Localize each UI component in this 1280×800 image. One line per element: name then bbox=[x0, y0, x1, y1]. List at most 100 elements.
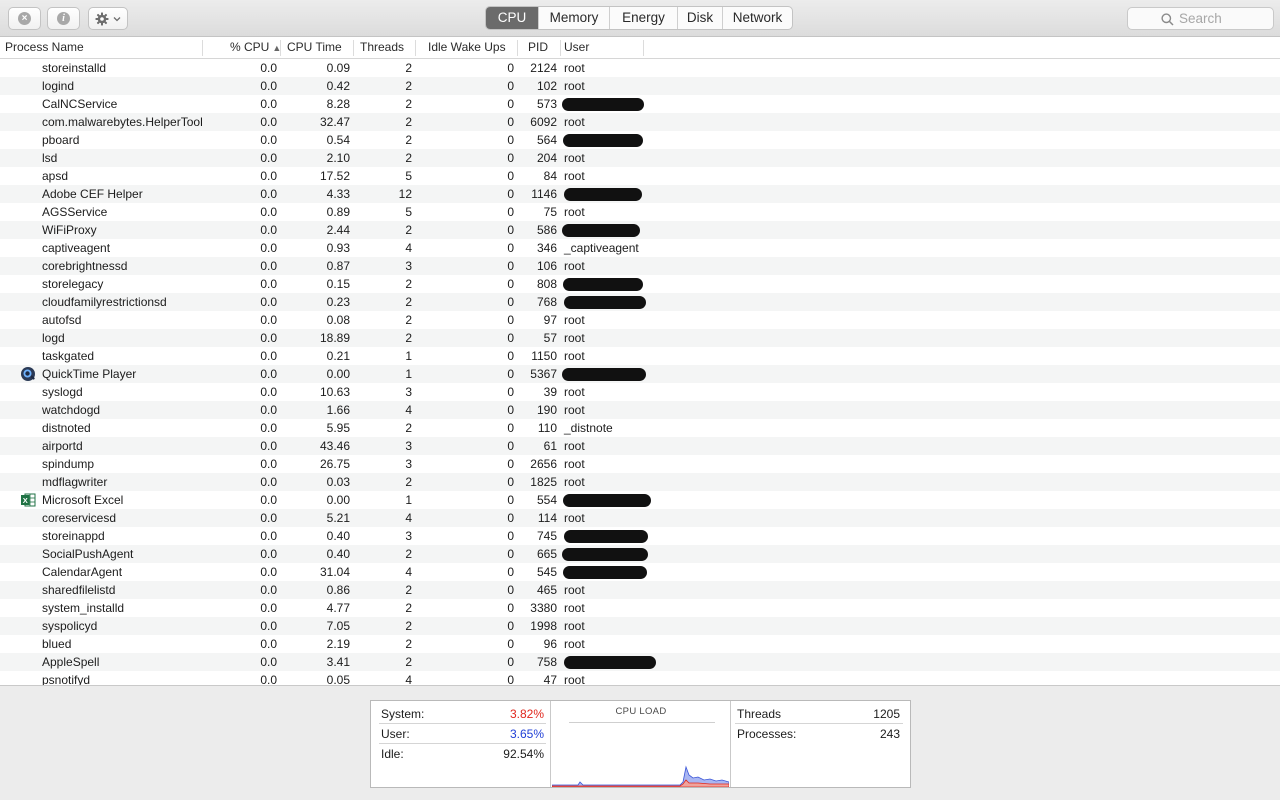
tab-disk[interactable]: Disk bbox=[677, 7, 722, 29]
column-divider[interactable] bbox=[353, 40, 354, 56]
stat-idle-label: Idle: bbox=[381, 747, 404, 761]
process-user: root bbox=[564, 115, 585, 129]
stat-user-label: User: bbox=[381, 727, 410, 741]
table-row[interactable]: psnotifyd 0.0 0.05 4 0 47 root bbox=[0, 671, 1280, 685]
table-row[interactable]: lsd 0.0 2.10 2 0 204 root bbox=[0, 149, 1280, 167]
process-idle-wake-ups: 0 bbox=[507, 421, 514, 435]
inspect-process-button[interactable]: i bbox=[47, 7, 80, 30]
process-name: logind bbox=[42, 79, 75, 93]
table-row[interactable]: cloudfamilyrestrictionsd 0.0 0.23 2 0 768 bbox=[0, 293, 1280, 311]
table-row[interactable]: syslogd 0.0 10.63 3 0 39 root bbox=[0, 383, 1280, 401]
process-cpu: 0.0 bbox=[260, 223, 277, 237]
process-cpu: 0.0 bbox=[260, 187, 277, 201]
process-user: root bbox=[564, 583, 585, 597]
table-row[interactable]: spindump 0.0 26.75 3 0 2656 root bbox=[0, 455, 1280, 473]
process-cpu-time: 2.19 bbox=[326, 637, 350, 651]
table-row[interactable]: apsd 0.0 17.52 5 0 84 root bbox=[0, 167, 1280, 185]
column-cpu-time[interactable]: CPU Time bbox=[287, 37, 342, 58]
tab-network[interactable]: Network bbox=[722, 7, 792, 29]
process-threads: 3 bbox=[405, 439, 412, 453]
table-row[interactable]: mdflagwriter 0.0 0.03 2 0 1825 root bbox=[0, 473, 1280, 491]
table-row[interactable]: logd 0.0 18.89 2 0 57 root bbox=[0, 329, 1280, 347]
tab-cpu[interactable]: CPU bbox=[486, 7, 538, 29]
tab-energy[interactable]: Energy bbox=[609, 7, 677, 29]
column-user[interactable]: User bbox=[564, 37, 589, 58]
process-name: WiFiProxy bbox=[42, 223, 97, 237]
table-row[interactable]: blued 0.0 2.19 2 0 96 root bbox=[0, 635, 1280, 653]
column-divider[interactable] bbox=[415, 40, 416, 56]
process-cpu-time: 0.03 bbox=[326, 475, 350, 489]
process-cpu: 0.0 bbox=[260, 421, 277, 435]
process-cpu-time: 0.40 bbox=[326, 547, 350, 561]
column-threads[interactable]: Threads bbox=[360, 37, 404, 58]
process-idle-wake-ups: 0 bbox=[507, 133, 514, 147]
table-row[interactable]: SocialPushAgent 0.0 0.40 2 0 665 bbox=[0, 545, 1280, 563]
process-name: logd bbox=[42, 331, 65, 345]
table-row[interactable]: QuickTime Player 0.0 0.00 1 0 5367 bbox=[0, 365, 1280, 383]
table-row[interactable]: watchdogd 0.0 1.66 4 0 190 root bbox=[0, 401, 1280, 419]
table-row[interactable]: corebrightnessd 0.0 0.87 3 0 106 root bbox=[0, 257, 1280, 275]
table-row[interactable]: Adobe CEF Helper 0.0 4.33 12 0 1146 bbox=[0, 185, 1280, 203]
process-pid: 808 bbox=[536, 277, 557, 291]
table-row[interactable]: CalendarAgent 0.0 31.04 4 0 545 bbox=[0, 563, 1280, 581]
table-row[interactable]: autofsd 0.0 0.08 2 0 97 root bbox=[0, 311, 1280, 329]
tab-memory[interactable]: Memory bbox=[538, 7, 609, 29]
process-name: lsd bbox=[42, 151, 58, 165]
table-row[interactable]: pboard 0.0 0.54 2 0 564 bbox=[0, 131, 1280, 149]
column-pid[interactable]: PID bbox=[528, 37, 548, 58]
stat-user: User: 3.65% bbox=[381, 725, 544, 743]
search-input[interactable]: Search bbox=[1127, 7, 1274, 30]
column-divider[interactable] bbox=[560, 40, 561, 56]
table-row[interactable]: sharedfilelistd 0.0 0.86 2 0 465 root bbox=[0, 581, 1280, 599]
process-cpu: 0.0 bbox=[260, 511, 277, 525]
table-row[interactable]: com.malwarebytes.HelperTool 0.0 32.47 2 0 609… bbox=[0, 113, 1280, 131]
table-row[interactable]: syspolicyd 0.0 7.05 2 0 1998 root bbox=[0, 617, 1280, 635]
svg-text:X: X bbox=[23, 496, 28, 505]
table-row[interactable]: X Microsoft Excel 0.0 0.00 1 0 554 bbox=[0, 491, 1280, 509]
table-row[interactable]: CalNCService 0.0 8.28 2 0 573 bbox=[0, 95, 1280, 113]
table-row[interactable]: WiFiProxy 0.0 2.44 2 0 586 bbox=[0, 221, 1280, 239]
process-name: mdflagwriter bbox=[42, 475, 108, 489]
process-pid: 745 bbox=[536, 529, 557, 543]
table-row[interactable]: storeinappd 0.0 0.40 3 0 745 bbox=[0, 527, 1280, 545]
process-name: spindump bbox=[42, 457, 95, 471]
table-row[interactable]: storelegacy 0.0 0.15 2 0 808 bbox=[0, 275, 1280, 293]
table-row[interactable]: AGSService 0.0 0.89 5 0 75 root bbox=[0, 203, 1280, 221]
table-row[interactable]: taskgated 0.0 0.21 1 0 1150 root bbox=[0, 347, 1280, 365]
process-cpu: 0.0 bbox=[260, 169, 277, 183]
action-menu-button[interactable] bbox=[88, 7, 128, 30]
table-row[interactable]: coreservicesd 0.0 5.21 4 0 114 root bbox=[0, 509, 1280, 527]
process-name: captiveagent bbox=[42, 241, 111, 255]
column-process-name[interactable]: Process Name bbox=[5, 37, 84, 58]
process-idle-wake-ups: 0 bbox=[507, 385, 514, 399]
table-row[interactable]: distnoted 0.0 5.95 2 0 110 _distnote bbox=[0, 419, 1280, 437]
quit-process-button[interactable]: × bbox=[8, 7, 41, 30]
process-pid: 346 bbox=[536, 241, 557, 255]
column-divider[interactable] bbox=[202, 40, 203, 56]
process-threads: 2 bbox=[405, 97, 412, 111]
table-row[interactable]: logind 0.0 0.42 2 0 102 root bbox=[0, 77, 1280, 95]
table-row[interactable]: captiveagent 0.0 0.93 4 0 346 _captiveagent bbox=[0, 239, 1280, 257]
column-idle-wake-ups[interactable]: Idle Wake Ups bbox=[428, 37, 506, 58]
process-threads: 2 bbox=[405, 223, 412, 237]
stat-threads-value: 1205 bbox=[873, 707, 900, 721]
table-row[interactable]: storeinstalld 0.0 0.09 2 0 2124 root bbox=[0, 59, 1280, 77]
stat-system-label: System: bbox=[381, 707, 425, 721]
process-user: root bbox=[564, 511, 585, 525]
table-row[interactable]: system_installd 0.0 4.77 2 0 3380 root bbox=[0, 599, 1280, 617]
process-threads: 2 bbox=[405, 331, 412, 345]
process-user: root bbox=[564, 601, 585, 615]
process-cpu-time: 8.28 bbox=[326, 97, 350, 111]
process-pid: 39 bbox=[543, 385, 557, 399]
table-row[interactable]: AppleSpell 0.0 3.41 2 0 758 bbox=[0, 653, 1280, 671]
column-divider[interactable] bbox=[517, 40, 518, 56]
column-divider[interactable] bbox=[643, 40, 644, 56]
process-cpu-time: 2.10 bbox=[326, 151, 350, 165]
process-threads: 4 bbox=[405, 241, 412, 255]
table-row[interactable]: airportd 0.0 43.46 3 0 61 root bbox=[0, 437, 1280, 455]
process-user: _captiveagent bbox=[564, 241, 639, 255]
process-pid: 1998 bbox=[530, 619, 557, 633]
process-threads: 2 bbox=[405, 601, 412, 615]
column-divider[interactable] bbox=[280, 40, 281, 56]
column-cpu[interactable]: % CPU ▲ bbox=[230, 37, 281, 58]
